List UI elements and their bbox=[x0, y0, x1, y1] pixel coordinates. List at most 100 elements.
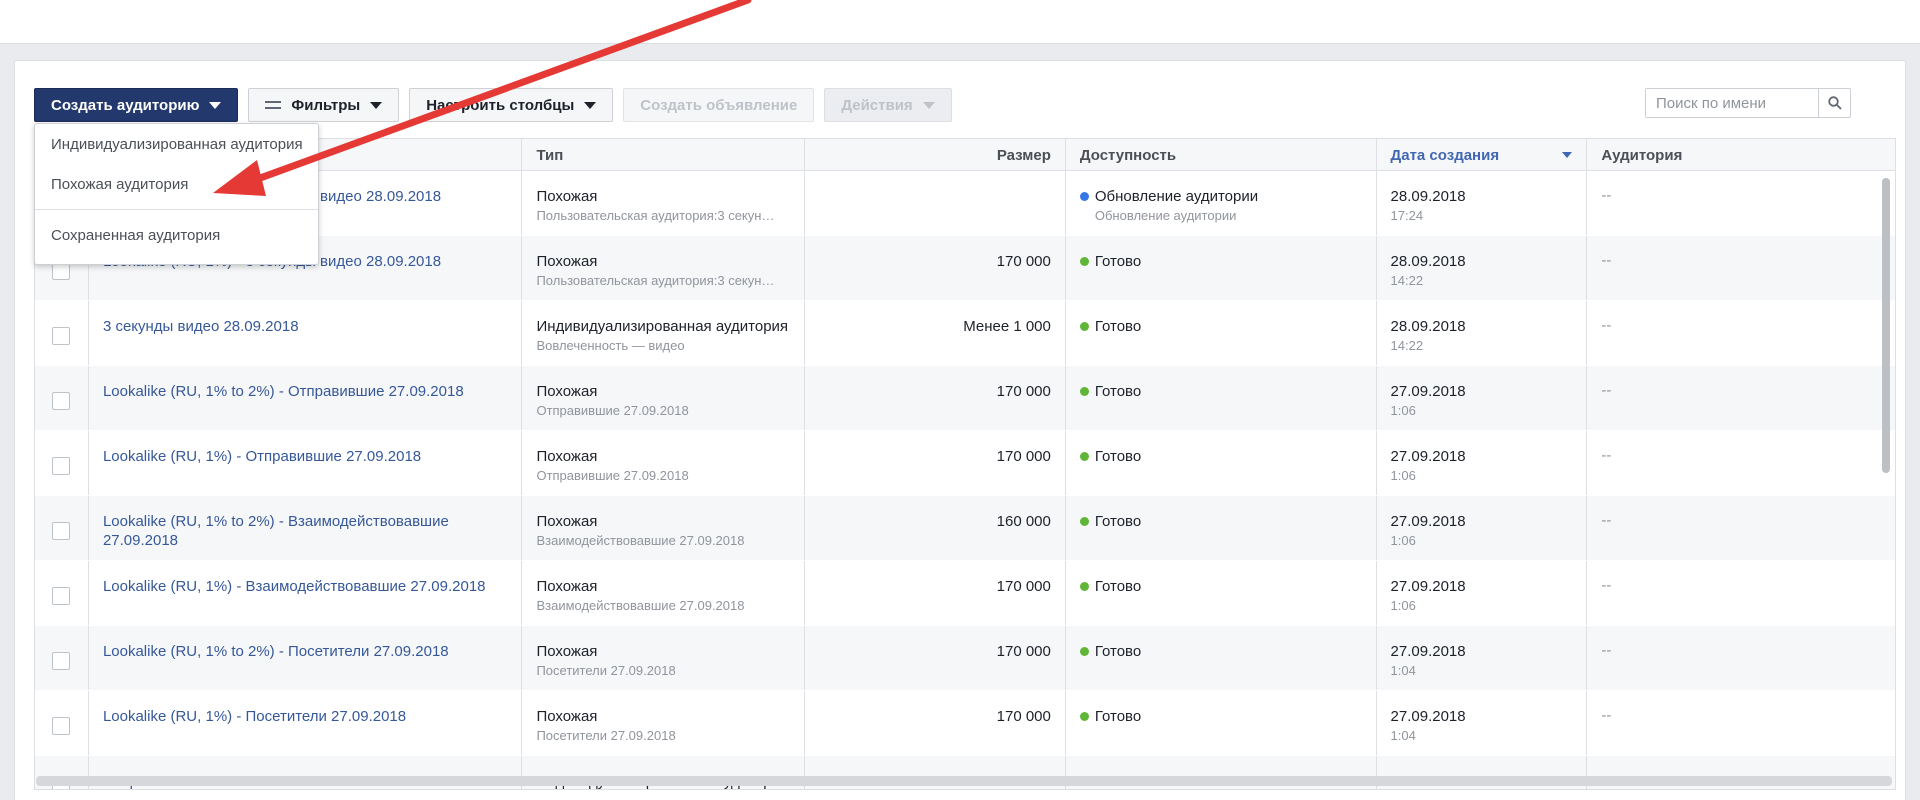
audience-source: Пользовательская аудитория:3 секун… bbox=[536, 208, 775, 223]
status: Обновление аудитории bbox=[1079, 187, 1259, 206]
table-row[interactable]: 3 секунды видео 28.09.2018 Индивидуализи… bbox=[35, 301, 1895, 366]
table-row[interactable]: Lookalike (RU, 1% to 2%) - Посетители 27… bbox=[35, 626, 1895, 691]
audience-value: -- bbox=[1601, 447, 1612, 464]
actions-button[interactable]: Действия bbox=[824, 88, 952, 122]
audience-size: 170 000 bbox=[996, 253, 1051, 270]
audience-type: Похожая bbox=[536, 188, 598, 205]
audience-source: Взаимодействовавшие 27.09.2018 bbox=[536, 533, 745, 548]
status-label: Готово bbox=[1094, 643, 1142, 660]
created-time: 1:06 bbox=[1390, 533, 1416, 548]
customize-columns-button[interactable]: Настроить столбцы bbox=[409, 88, 614, 122]
search-box bbox=[1645, 88, 1851, 118]
created-date: 28.09.2018 bbox=[1390, 188, 1466, 205]
created-time: 1:04 bbox=[1390, 728, 1416, 743]
status-dot-icon bbox=[1079, 257, 1089, 266]
audience-name-link[interactable]: 3 секунды видео 28.09.2018 bbox=[103, 317, 299, 336]
status-label: Обновление аудитории bbox=[1094, 188, 1259, 205]
status-dot-icon bbox=[1079, 192, 1089, 201]
audience-value: -- bbox=[1601, 187, 1612, 204]
audience-name-link[interactable]: Lookalike (RU, 1% to 2%) - Посетители 27… bbox=[103, 642, 449, 661]
table-row[interactable]: Lookalike (RU, 1%) - Отправившие 27.09.2… bbox=[35, 431, 1895, 496]
audience-size: 170 000 bbox=[996, 708, 1051, 725]
create-audience-menu: Индивидуализированная аудитория Похожая … bbox=[34, 123, 319, 265]
created-time: 1:06 bbox=[1390, 403, 1416, 418]
status-dot-icon bbox=[1079, 517, 1089, 526]
audience-value: -- bbox=[1601, 577, 1612, 594]
audience-source: Вовлеченность — видео bbox=[536, 338, 685, 353]
sort-desc-icon bbox=[1562, 152, 1573, 158]
audience-value: -- bbox=[1601, 382, 1612, 399]
header-availability[interactable]: Доступность bbox=[1066, 139, 1377, 171]
create-audience-button[interactable]: Создать аудиторию bbox=[34, 88, 239, 122]
audience-size: Менее 1 000 bbox=[963, 318, 1051, 335]
audience-type: Похожая bbox=[536, 578, 598, 595]
menu-item-saved-audience[interactable]: Сохраненная аудитория bbox=[35, 215, 318, 255]
created-date: 27.09.2018 bbox=[1390, 448, 1466, 465]
created-date: 27.09.2018 bbox=[1390, 578, 1466, 595]
created-time: 1:06 bbox=[1390, 468, 1416, 483]
audience-source: Отправившие 27.09.2018 bbox=[536, 468, 689, 483]
header-date-created[interactable]: Дата создания bbox=[1377, 139, 1588, 171]
status-label: Готово bbox=[1094, 383, 1142, 400]
caret-down-icon bbox=[922, 101, 935, 109]
table-row[interactable]: Lookalike (RU, 1% to 2%) - Отправившие 2… bbox=[35, 366, 1895, 431]
row-checkbox[interactable] bbox=[52, 327, 71, 345]
audience-name-link[interactable]: Lookalike (RU, 1%) - Посетители 27.09.20… bbox=[103, 707, 406, 726]
horizontal-scrollbar[interactable] bbox=[36, 776, 1892, 786]
audience-name-link[interactable]: Lookalike (RU, 1%) - Взаимодействовавшие… bbox=[103, 577, 486, 596]
audience-name-link[interactable]: Lookalike (RU, 1% to 2%) - Взаимодейство… bbox=[103, 512, 508, 550]
menu-item-custom-audience[interactable]: Индивидуализированная аудитория bbox=[35, 124, 318, 164]
audience-name-link[interactable]: Lookalike (RU, 1% to 2%) - Отправившие 2… bbox=[103, 382, 464, 401]
audience-value: -- bbox=[1601, 642, 1612, 659]
caret-down-icon bbox=[370, 101, 383, 109]
audience-size: 170 000 bbox=[996, 448, 1051, 465]
filters-label: Фильтры bbox=[291, 96, 361, 114]
status-dot-icon bbox=[1079, 387, 1089, 396]
search-input[interactable] bbox=[1646, 89, 1818, 117]
table-row[interactable]: Lookalike (RU, 1%) - Взаимодействовавшие… bbox=[35, 561, 1895, 626]
created-date: 27.09.2018 bbox=[1390, 643, 1466, 660]
created-time: 1:04 bbox=[1390, 663, 1416, 678]
status: Готово bbox=[1079, 577, 1141, 596]
header-audience[interactable]: Аудитория bbox=[1587, 139, 1895, 171]
filter-sliders-icon bbox=[265, 99, 282, 111]
search-button[interactable] bbox=[1818, 89, 1850, 117]
status-dot-icon bbox=[1079, 452, 1089, 461]
row-checkbox[interactable] bbox=[52, 522, 71, 540]
menu-item-lookalike-audience[interactable]: Похожая аудитория bbox=[35, 164, 318, 204]
audience-size: 170 000 bbox=[996, 578, 1051, 595]
vertical-scrollbar[interactable] bbox=[1882, 178, 1890, 473]
header-size[interactable]: Размер bbox=[805, 139, 1066, 171]
toolbar: Создать аудиторию Фильтры Настроить стол… bbox=[34, 88, 952, 122]
row-checkbox[interactable] bbox=[52, 652, 71, 670]
status-label: Готово bbox=[1094, 253, 1142, 270]
row-checkbox[interactable] bbox=[52, 587, 71, 605]
created-date: 27.09.2018 bbox=[1390, 708, 1466, 725]
row-checkbox[interactable] bbox=[52, 457, 71, 475]
audience-source: Пользовательская аудитория:3 секун… bbox=[536, 273, 775, 288]
row-checkbox[interactable] bbox=[52, 717, 71, 735]
row-checkbox[interactable] bbox=[52, 392, 71, 410]
created-date: 28.09.2018 bbox=[1390, 253, 1466, 270]
status: Готово bbox=[1079, 447, 1141, 466]
status-label: Готово bbox=[1094, 708, 1142, 725]
header-type[interactable]: Тип bbox=[522, 139, 806, 171]
created-time: 14:22 bbox=[1390, 338, 1424, 353]
audience-value: -- bbox=[1601, 707, 1612, 724]
audience-source: Посетители 27.09.2018 bbox=[536, 663, 676, 678]
audience-size: 160 000 bbox=[996, 513, 1051, 530]
top-bar bbox=[0, 0, 1920, 44]
table-row[interactable]: Lookalike (RU, 1%) - Посетители 27.09.20… bbox=[35, 691, 1895, 756]
audience-source: Отправившие 27.09.2018 bbox=[536, 403, 689, 418]
audience-type: Похожая bbox=[536, 708, 598, 725]
audience-type: Похожая bbox=[536, 253, 598, 270]
created-date: 27.09.2018 bbox=[1390, 383, 1466, 400]
audience-name-link[interactable]: Lookalike (RU, 1%) - Отправившие 27.09.2… bbox=[103, 447, 421, 466]
audience-type: Похожая bbox=[536, 513, 598, 530]
status-dot-icon bbox=[1079, 712, 1089, 721]
create-ad-button[interactable]: Создать объявление bbox=[623, 88, 815, 122]
created-time: 17:24 bbox=[1390, 208, 1424, 223]
filters-button[interactable]: Фильтры bbox=[248, 88, 400, 122]
status-dot-icon bbox=[1079, 582, 1089, 591]
table-row[interactable]: Lookalike (RU, 1% to 2%) - Взаимодейство… bbox=[35, 496, 1895, 561]
